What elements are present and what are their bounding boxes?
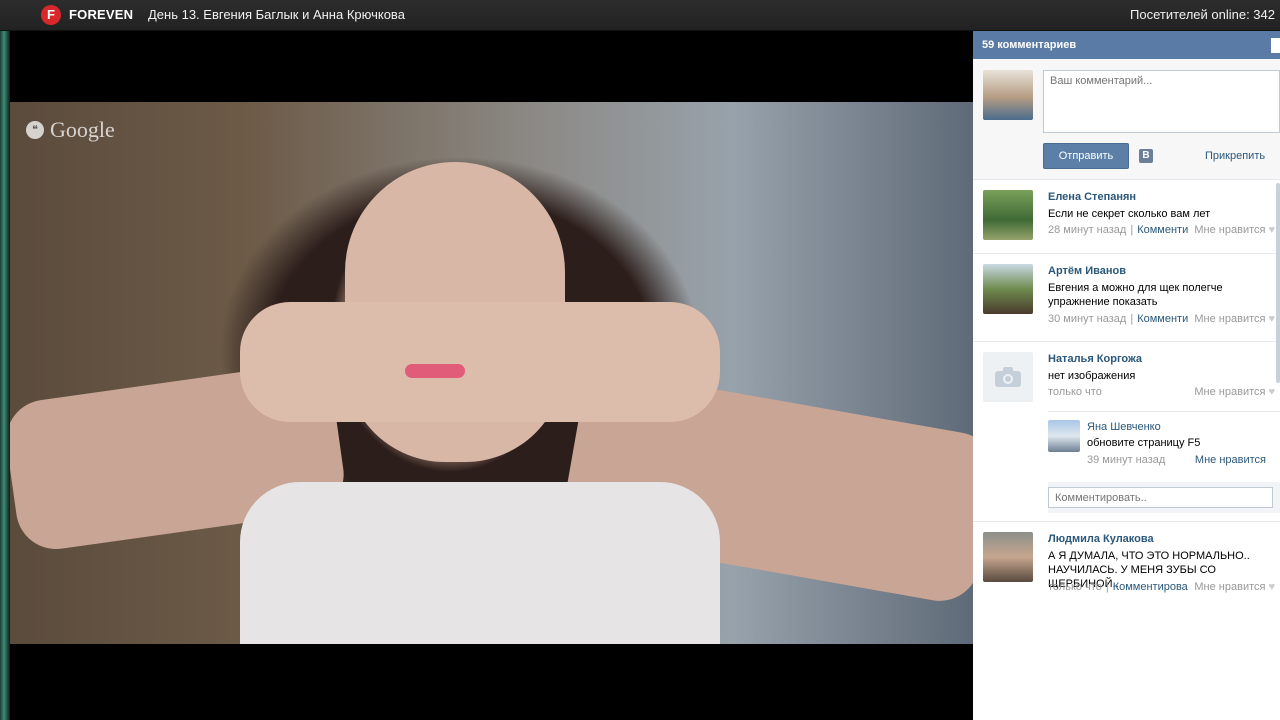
reply-like-button[interactable]: Мне нравится xyxy=(1195,454,1266,466)
comment-meta: 28 минут назад | Комменти xyxy=(1048,224,1189,236)
comment-meta: только что xyxy=(1048,386,1102,398)
like-button[interactable]: Мне нравится ♥ xyxy=(1194,581,1275,593)
like-button[interactable]: Мне нравится ♥ xyxy=(1194,224,1275,236)
heart-icon: ♥ xyxy=(1268,386,1275,398)
stream-title: День 13. Евгения Баглык и Анна Крючкова xyxy=(148,7,405,22)
comment-author[interactable]: Людмила Кулакова xyxy=(1048,533,1154,545)
avatar[interactable] xyxy=(983,532,1033,582)
comments-count: 59 комментариев xyxy=(982,39,1077,51)
like-label: Мне нравится xyxy=(1194,386,1266,398)
reply-item: Яна Шевченко обновите страницу F5 39 мин… xyxy=(1048,411,1280,473)
like-label: Мне нравится xyxy=(1194,313,1266,325)
like-button[interactable]: Мне нравится ♥ xyxy=(1194,313,1275,325)
hangouts-icon: ❝ xyxy=(26,121,44,139)
header-corner-icon[interactable] xyxy=(1271,38,1280,53)
avatar[interactable] xyxy=(1048,420,1080,452)
comment-compose: Отправить В Прикрепить xyxy=(973,59,1280,180)
comment-author[interactable]: Елена Степанян xyxy=(1048,191,1136,203)
avatar[interactable] xyxy=(983,190,1033,240)
heart-icon: ♥ xyxy=(1268,224,1275,236)
reply-text: обновите страницу F5 xyxy=(1087,437,1201,449)
comment-time[interactable]: только что xyxy=(1048,386,1102,398)
heart-icon: ♥ xyxy=(1268,313,1275,325)
foreven-logo-icon[interactable]: F xyxy=(41,5,61,25)
comment-reply-link[interactable]: Комменти xyxy=(1137,224,1188,236)
left-edge-strip xyxy=(0,31,10,720)
vk-icon[interactable]: В xyxy=(1139,149,1153,163)
video-frame-clothing xyxy=(240,482,720,644)
send-button[interactable]: Отправить xyxy=(1043,143,1129,169)
like-label: Мне нравится xyxy=(1194,581,1266,593)
comment-input[interactable] xyxy=(1043,70,1280,133)
comment-item: Елена Степанян Если не секрет сколько ва… xyxy=(973,180,1280,254)
comment-time[interactable]: только что xyxy=(1048,581,1102,593)
reply-time[interactable]: 39 минут назад xyxy=(1087,454,1165,466)
comment-item: Наталья Коргожа нет изображения только ч… xyxy=(973,342,1280,522)
comment-time[interactable]: 28 минут назад xyxy=(1048,224,1126,236)
comment-text: Евгения а можно для щек полегче упражнен… xyxy=(1048,282,1223,308)
like-button[interactable]: Мне нравится ♥ xyxy=(1194,386,1275,398)
heart-icon: ♥ xyxy=(1268,581,1275,593)
comment-meta: 30 минут назад | Комменти xyxy=(1048,313,1189,325)
top-bar: F FOREVEN День 13. Евгения Баглык и Анна… xyxy=(0,0,1280,31)
google-watermark: ❝ Google xyxy=(26,117,115,143)
comment-author[interactable]: Артём Иванов xyxy=(1048,265,1126,277)
reply-author[interactable]: Яна Шевченко xyxy=(1087,421,1161,433)
comment-text: нет изображения xyxy=(1048,370,1136,382)
camera-icon xyxy=(995,367,1021,387)
comment-meta: только что | Комментирова xyxy=(1048,581,1188,593)
comment-reply-link[interactable]: Комменти xyxy=(1137,313,1188,325)
reply-input[interactable] xyxy=(1048,487,1273,508)
avatar[interactable] xyxy=(983,264,1033,314)
current-user-avatar[interactable] xyxy=(983,70,1033,120)
comment-item: Артём Иванов Евгения а можно для щек пол… xyxy=(973,254,1280,342)
comment-author[interactable]: Наталья Коргожа xyxy=(1048,353,1142,365)
avatar[interactable] xyxy=(983,352,1033,402)
comment-text: Если не секрет сколько вам лет xyxy=(1048,208,1211,220)
comments-scrollbar[interactable] xyxy=(1276,183,1280,383)
like-label: Мне нравится xyxy=(1194,224,1266,236)
google-watermark-text: Google xyxy=(50,117,115,142)
comments-panel: 59 комментариев Отправить В Прикрепить Е… xyxy=(973,31,1280,720)
visitors-online-count: Посетителей online: 342 xyxy=(1130,7,1275,22)
video-player[interactable]: ❝ Google xyxy=(10,102,973,644)
attach-link[interactable]: Прикрепить xyxy=(1205,150,1265,162)
brand-name[interactable]: FOREVEN xyxy=(69,7,133,22)
video-frame-nails xyxy=(405,364,465,378)
comment-reply-link[interactable]: Комментирова xyxy=(1113,581,1188,593)
comment-time[interactable]: 30 минут назад xyxy=(1048,313,1126,325)
video-frame-hands xyxy=(240,302,720,422)
comments-count-header: 59 комментариев xyxy=(973,31,1280,59)
comment-item: Людмила Кулакова А Я ДУМАЛА, ЧТО ЭТО НОР… xyxy=(973,522,1280,612)
